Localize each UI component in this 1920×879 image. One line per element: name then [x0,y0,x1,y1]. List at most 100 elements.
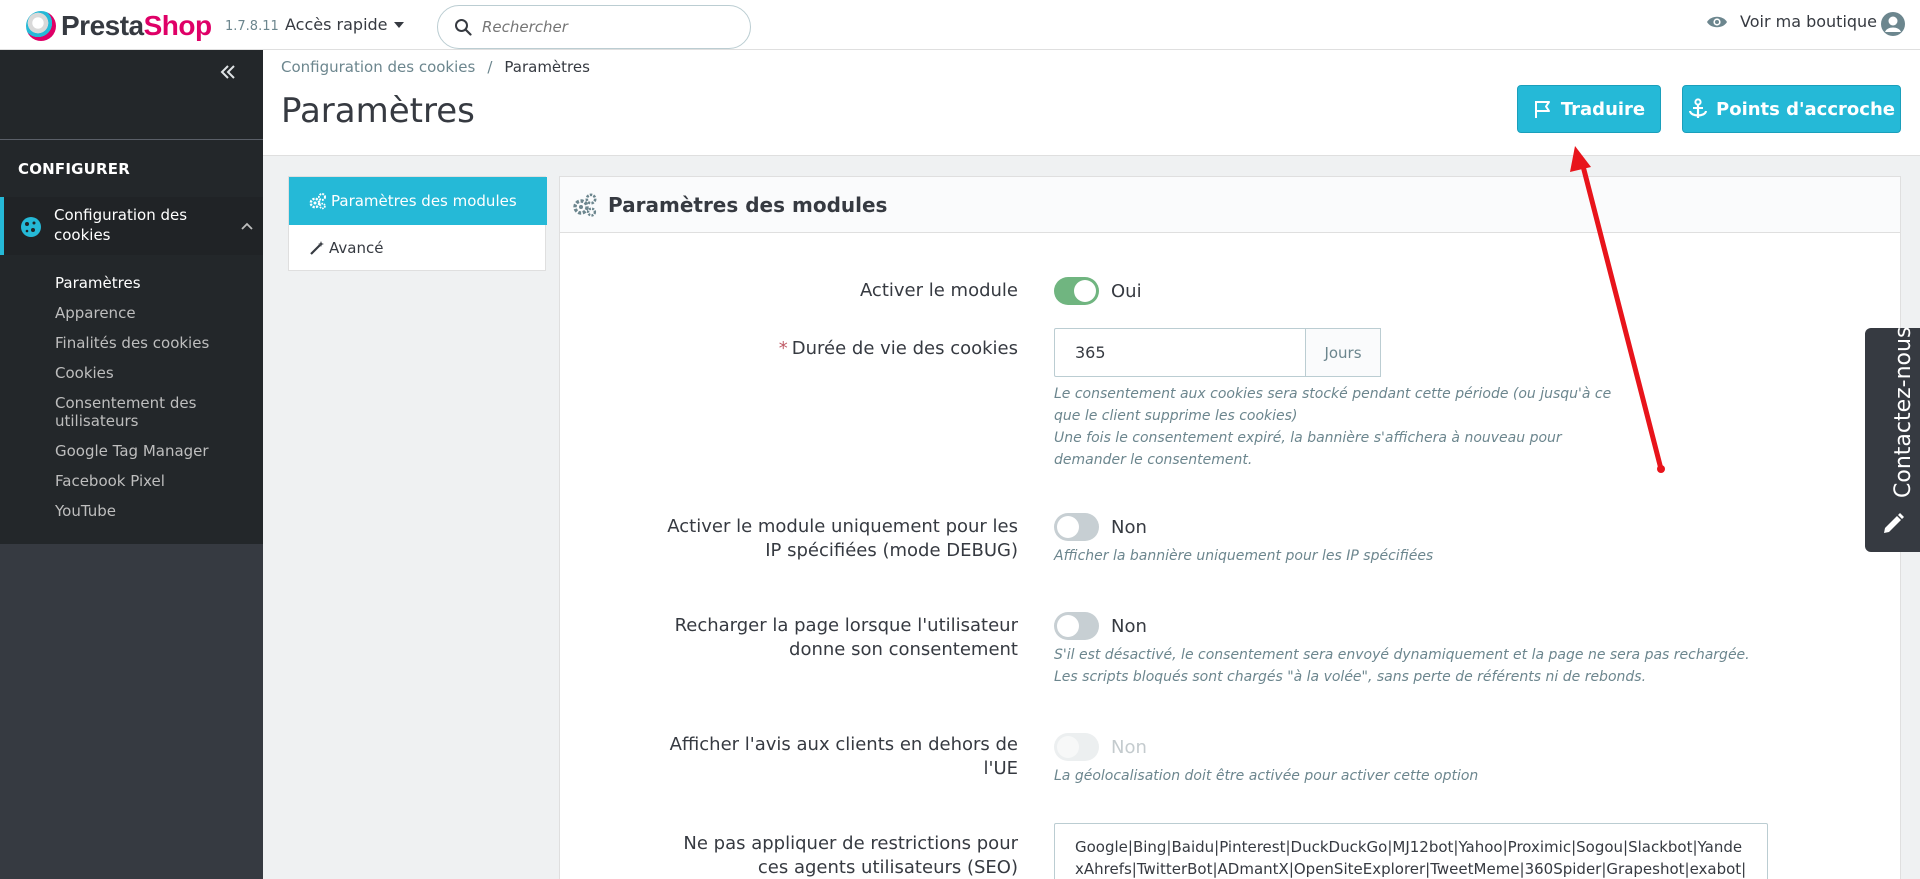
reload-page-label: Recharger la page lorsque l'utilisateur … [618,614,1018,662]
collapse-sidebar-icon[interactable] [218,62,238,82]
cookie-lifetime-input-group: Jours [1054,328,1381,377]
top-header: PrestaShop 1.7.8.11 Accès rapide Voir ma… [0,0,1920,50]
label-line: Afficher l'avis aux clients en dehors de [669,734,1018,755]
label-line: Ne pas appliquer de restrictions pour [683,833,1018,854]
card-header: Paramètres des modules [560,177,1900,233]
sidebar-subitem-settings[interactable]: Paramètres [55,274,255,292]
view-shop-label: Voir ma boutique [1740,12,1878,31]
contact-us-label: Contactez-nous [1891,326,1916,498]
quick-access-label: Accès rapide [285,15,388,34]
tab-module-settings[interactable]: Paramètres des modules [289,177,547,225]
debug-ips-value: Non [1111,517,1147,538]
debug-ips-toggle[interactable] [1054,513,1099,541]
cookie-icon [21,217,41,237]
card-title: Paramètres des modules [608,192,888,217]
sidebar-item-label: Configuration des cookies [54,206,188,244]
reload-page-help: S'il est désactivé, le consentement sera… [1054,644,1774,688]
textarea-line: xAhrefs|TwitterBot|ADmantX|OpenSiteExplo… [1075,860,1747,878]
contact-us-tab[interactable]: Contactez-nous [1865,326,1920,552]
cogs-icon [573,193,597,217]
outside-eu-toggle [1054,733,1099,761]
translate-button[interactable]: Traduire [1517,85,1661,133]
label-line: Recharger la page lorsque l'utilisateur [674,615,1018,636]
cogs-icon [309,193,326,210]
textarea-line: Google|Bing|Baidu|Pinterest|DuckDuckGo|M… [1075,838,1743,856]
help-line: S'il est désactivé, le consentement sera… [1054,647,1750,663]
caret-down-icon [393,21,404,28]
magic-wand-icon [310,241,324,255]
help-line: que le client supprime les cookies) [1054,408,1298,424]
toggle-knob [1057,516,1079,538]
version-label: 1.7.8.11 [225,19,279,34]
prestashop-logo-icon [26,11,56,41]
search-icon [455,19,472,36]
seo-agents-label: Ne pas appliquer de restrictions pour ce… [618,832,1018,879]
sidebar-subitem-consents[interactable]: Consentement des utilisateurs [55,394,255,430]
sidebar-subitem-youtube[interactable]: YouTube [55,502,255,520]
breadcrumb-parent-link[interactable]: Configuration des cookies [281,58,475,76]
sidebar-menu: CONFIGURER Configuration des cookies Par… [0,50,263,544]
prestashop-logo[interactable]: PrestaShop [26,10,212,42]
sidebar-subitem-appearance[interactable]: Apparence [55,304,255,322]
sidebar-submenu: Paramètres Apparence Finalités des cooki… [55,274,255,532]
reload-page-value: Non [1111,616,1147,637]
breadcrumb-separator: / [487,58,493,76]
breadcrumb: Configuration des cookies / Paramètres [281,58,590,76]
help-line: demander le consentement. [1054,452,1253,468]
cookie-lifetime-help: Le consentement aux cookies sera stocké … [1054,383,1614,471]
page-title: Paramètres [281,91,475,131]
tab-module-settings-label: Paramètres des modules [331,192,517,210]
sidebar-divider [0,139,263,140]
enable-module-value: Oui [1111,281,1142,302]
outside-eu-label: Afficher l'avis aux clients en dehors de… [618,733,1018,781]
cookie-lifetime-label: * Durée de vie des cookies [618,337,1018,361]
anchor-icon [1688,98,1708,118]
label-line: ces agents utilisateurs (SEO) [757,857,1018,878]
cookie-lifetime-label-text: Durée de vie des cookies [791,338,1018,359]
sidebar-subitem-facebook-pixel[interactable]: Facebook Pixel [55,472,255,490]
sidebar-subitem-gtm[interactable]: Google Tag Manager [55,442,255,460]
view-shop-link[interactable]: Voir ma boutique [1706,12,1877,31]
sidebar-item-cookie-config[interactable]: Configuration des cookies [0,197,263,255]
debug-ips-help: Afficher la bannière uniquement pour les… [1054,548,1434,564]
search-box[interactable] [437,5,751,49]
sidebar-subitem-cookies[interactable]: Cookies [55,364,255,382]
help-line: Les scripts bloqués sont chargés "à la v… [1054,669,1647,685]
debug-ips-label: Activer le module uniquement pour les IP… [618,515,1018,563]
cookie-lifetime-unit: Jours [1306,328,1381,377]
cookie-lifetime-input[interactable] [1054,328,1306,377]
label-line: l'UE [983,758,1019,779]
enable-module-label: Activer le module [859,280,1018,301]
sidebar-section-title: CONFIGURER [18,160,130,178]
flag-icon [1534,101,1550,118]
hooks-button[interactable]: Points d'accroche [1682,85,1901,133]
help-line: Le consentement aux cookies sera stocké … [1054,386,1612,402]
quick-access-dropdown[interactable]: Accès rapide [285,15,404,34]
outside-eu-help: La géolocalisation doit être activée pou… [1054,768,1479,784]
seo-agents-textarea[interactable]: Google|Bing|Baidu|Pinterest|DuckDuckGo|M… [1054,823,1768,879]
toggle-knob [1057,615,1079,637]
enable-module-toggle[interactable] [1054,277,1099,305]
toggle-knob [1074,280,1096,302]
hooks-button-label: Points d'accroche [1716,98,1895,120]
sidebar: CONFIGURER Configuration des cookies Par… [0,50,263,879]
sidebar-subitem-purposes[interactable]: Finalités des cookies [55,334,255,352]
label-line: donne son consentement [789,639,1018,660]
chevron-up-icon [241,222,253,230]
label-line: Activer le module uniquement pour les [667,516,1018,537]
tab-advanced-label: Avancé [329,239,384,257]
pencil-icon [1884,513,1904,533]
eye-icon [1707,16,1727,27]
outside-eu-value: Non [1111,737,1147,758]
search-input[interactable] [482,18,732,36]
label-line: IP spécifiées (mode DEBUG) [765,540,1018,561]
tab-advanced[interactable]: Avancé [289,225,545,271]
required-mark: * [778,338,788,359]
toggle-knob [1057,736,1079,758]
account-avatar-icon[interactable] [1880,11,1906,37]
translate-button-label: Traduire [1560,98,1646,120]
logo-text: PrestaShop [61,10,212,41]
reload-page-toggle[interactable] [1054,612,1099,640]
settings-tabs: Paramètres des modules Avancé [288,176,547,271]
breadcrumb-current: Paramètres [504,58,590,76]
